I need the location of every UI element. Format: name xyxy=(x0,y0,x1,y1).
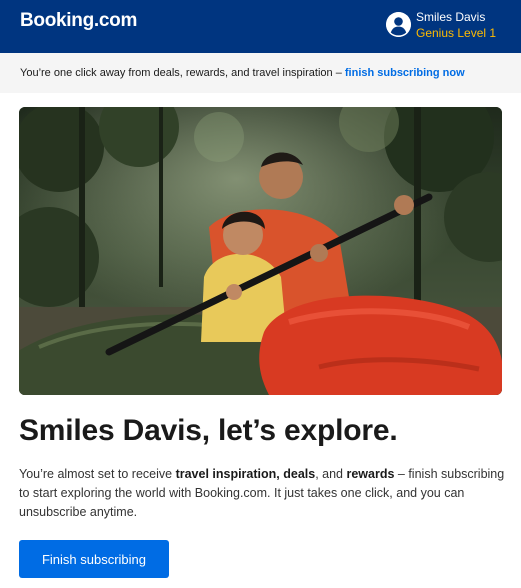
account-name: Smiles Davis xyxy=(416,10,486,24)
body-bold-2: rewards xyxy=(346,467,395,481)
banner-message: You’re one click away from deals, reward… xyxy=(20,67,345,79)
genius-level-badge: Genius Level 1 xyxy=(416,26,497,40)
body-text-1: You’re almost set to receive xyxy=(19,467,176,481)
email-header: Booking.com Smiles Davis Genius Level 1 xyxy=(0,0,521,53)
booking-logo[interactable]: Booking.com xyxy=(20,10,137,32)
body-text-2: , and xyxy=(315,467,347,481)
body-paragraph: You’re almost set to receive travel insp… xyxy=(19,465,505,522)
account-menu[interactable]: Smiles Davis Genius Level 1 xyxy=(386,9,516,45)
headline: Smiles Davis, let’s explore. xyxy=(19,414,398,447)
finish-subscribing-link[interactable]: finish subscribing now xyxy=(345,67,465,79)
body-bold-1: travel inspiration, deals xyxy=(175,467,316,481)
subscribe-banner: You’re one click away from deals, reward… xyxy=(0,53,521,93)
hero-image xyxy=(19,107,502,395)
user-avatar-icon xyxy=(386,12,411,37)
finish-subscribing-button[interactable]: Finish subscribing xyxy=(19,540,169,578)
banner-text: You’re one click away from deals, reward… xyxy=(20,67,465,79)
